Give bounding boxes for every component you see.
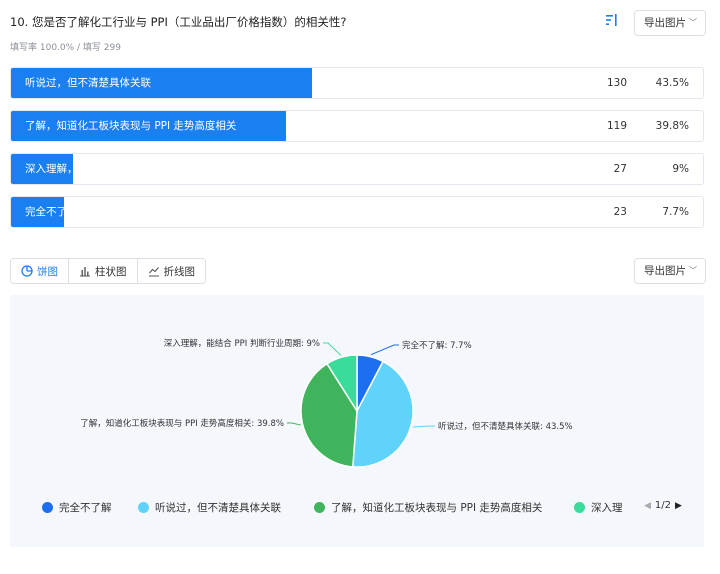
export-image-button[interactable]: 导出图片 ﹀ — [634, 10, 706, 36]
legend-item[interactable]: 深入理 — [574, 500, 623, 515]
option-row: 了解，知道化工板块表现与 PPI 走势高度相关 119 39.8% — [10, 110, 704, 142]
pie-leader-line — [370, 344, 399, 356]
legend-item[interactable]: 听说过，但不清楚具体关联 — [138, 500, 281, 515]
tab-bar-label: 柱状图 — [95, 265, 127, 278]
chart-panel: 完全不了解: 7.7% 听说过，但不清楚具体关联: 43.5% 了解，知道化工板块表… — [10, 295, 704, 547]
option-percent: 7.7% — [662, 206, 689, 218]
option-count: 23 — [613, 206, 627, 218]
legend-swatch — [574, 502, 585, 513]
next-page-icon[interactable]: ▶ — [675, 501, 682, 511]
legend-page: 1/2 — [654, 500, 672, 511]
legend-label: 深入理 — [591, 502, 623, 514]
tab-pie[interactable]: 饼图 — [11, 259, 69, 283]
tab-pie-label: 饼图 — [37, 265, 58, 278]
option-label: 听说过，但不清楚具体关联 — [25, 77, 151, 89]
pie-chart: 完全不了解: 7.7% 听说过，但不清楚具体关联: 43.5% 了解，知道化工板块表… — [80, 338, 573, 468]
chevron-down-icon: ﹀ — [689, 18, 697, 27]
option-count: 130 — [606, 77, 627, 89]
export-chart-image-button[interactable]: 导出图片 ﹀ — [634, 258, 706, 284]
option-count: 27 — [613, 163, 627, 175]
legend-item[interactable]: 了解，知道化工板块表现与 PPI 走势高度相关 — [314, 500, 542, 515]
pie-icon — [21, 265, 33, 277]
legend-label: 了解，知道化工板块表现与 PPI 走势高度相关 — [331, 502, 543, 514]
option-percent: 9% — [672, 163, 689, 175]
line-chart-icon — [148, 265, 160, 277]
pie-data-label: 听说过，但不清楚具体关联: 43.5% — [438, 421, 573, 432]
legend-item[interactable]: 完全不了解 — [42, 500, 112, 515]
option-label: 了解，知道化工板块表现与 PPI 走势高度相关 — [25, 120, 237, 132]
pie-data-label: 了解，知道化工板块表现与 PPI 走势高度相关: 39.8% — [80, 418, 284, 429]
legend-swatch — [138, 502, 149, 513]
chart-legend: 完全不了解 听说过，但不清楚具体关联 了解，知道化工板块表现与 PPI 走势高度… — [42, 500, 692, 516]
prev-page-icon[interactable]: ◀ — [644, 501, 651, 511]
tab-line-label: 折线图 — [163, 265, 196, 278]
option-row: 听说过，但不清楚具体关联 130 43.5% — [10, 67, 704, 99]
pie-leader-line — [412, 425, 435, 428]
legend-swatch — [314, 502, 325, 513]
export-image-label: 导出图片 — [644, 17, 686, 29]
pie-leader-line — [287, 422, 301, 426]
fill-rate-meta: 填写率 100.0% / 填写 299 — [10, 43, 121, 53]
option-count: 119 — [606, 120, 627, 132]
option-row: 深入理解，能结合 PPI 判断行业周期 27 9% — [10, 153, 704, 185]
sort-icon-glyph — [606, 14, 617, 26]
tab-bar[interactable]: 柱状图 — [69, 259, 138, 283]
option-percent: 43.5% — [655, 77, 689, 89]
chart-type-tabs: 饼图 柱状图 折线图 — [10, 258, 206, 284]
option-label: 完全不了解 — [25, 206, 78, 218]
option-label: 深入理解，能结合 PPI 判断行业周期 — [25, 163, 195, 175]
sort-icon[interactable] — [604, 14, 620, 30]
question-title: 10. 您是否了解化工行业与 PPI（工业品出厂价格指数）的相关性? — [10, 15, 347, 29]
legend-label: 完全不了解 — [59, 502, 112, 514]
pie-data-label: 深入理解，能结合 PPI 判断行业周期: 9% — [164, 338, 320, 349]
bar-chart-icon — [79, 265, 91, 277]
option-row: 完全不了解 23 7.7% — [10, 196, 704, 228]
pie-leader-line — [323, 342, 342, 356]
tab-line[interactable]: 折线图 — [137, 259, 205, 283]
option-percent: 39.8% — [655, 120, 689, 132]
legend-swatch — [42, 502, 53, 513]
export-chart-image-label: 导出图片 — [644, 265, 686, 277]
pie-data-label: 完全不了解: 7.7% — [402, 340, 472, 351]
legend-pager: ◀ 1/2 ▶ — [644, 500, 682, 511]
chevron-down-icon: ﹀ — [689, 266, 697, 275]
legend-label: 听说过，但不清楚具体关联 — [155, 502, 281, 514]
